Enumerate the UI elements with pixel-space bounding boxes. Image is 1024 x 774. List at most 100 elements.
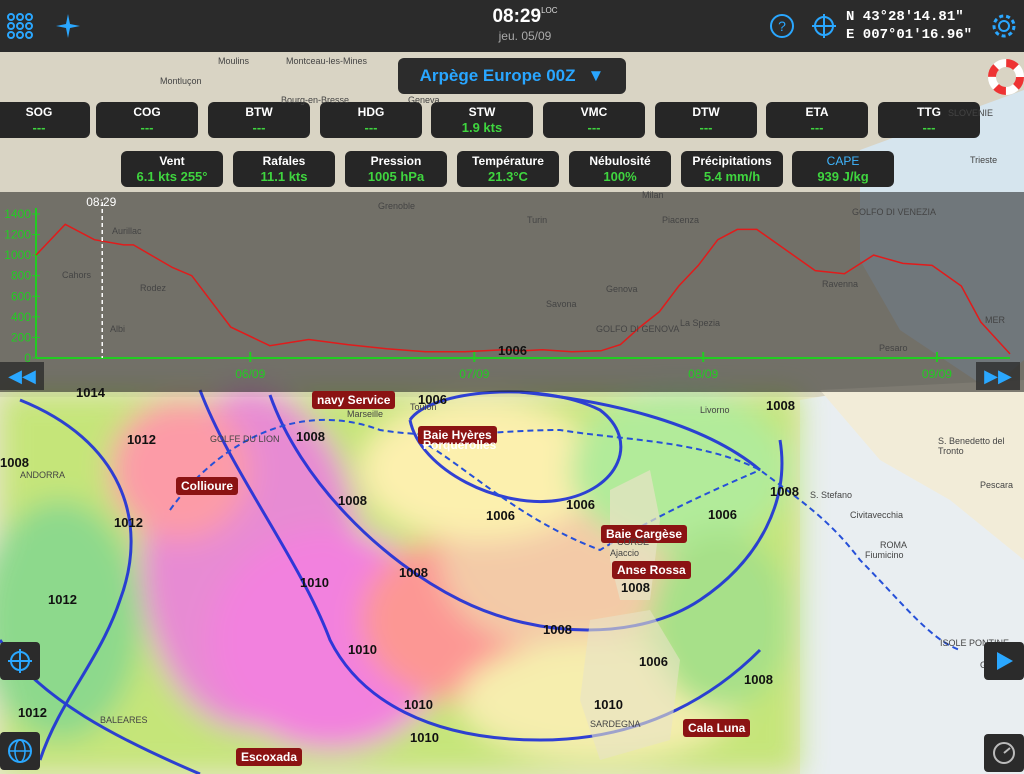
- place-label: Savona: [546, 299, 577, 309]
- tile-label: BTW: [245, 105, 273, 119]
- tile-cape[interactable]: CAPE 939 J/kg: [792, 151, 894, 187]
- isobar-label: 1008: [338, 493, 367, 508]
- tile-value: 1.9 kts: [461, 120, 503, 135]
- place-label: Cahors: [62, 270, 92, 280]
- place-label: Civitavecchia: [850, 510, 904, 520]
- place-label: Ajaccio: [610, 548, 640, 558]
- tile-sog[interactable]: SOG ---: [0, 102, 90, 138]
- place-label: Trieste: [970, 155, 998, 165]
- place-label: Piacenza: [662, 215, 700, 225]
- tile-stw[interactable]: STW 1.9 kts: [431, 102, 533, 138]
- tile-label: Nébulosité: [589, 154, 651, 168]
- tile-label: DTW: [692, 105, 720, 119]
- place-label: GOLFO DI GENOVA: [596, 324, 680, 334]
- place-label: Montceau-les-Mines: [286, 56, 368, 66]
- isobar-label: 1010: [300, 575, 329, 590]
- chevron-down-icon: ▼: [587, 66, 605, 85]
- isobar-label: 1010: [410, 730, 439, 745]
- place-label: Geneva: [408, 95, 440, 105]
- isobar-label: 1008: [296, 429, 325, 444]
- place-label: Marseille: [347, 409, 384, 419]
- tile-nébulosité[interactable]: Nébulosité 100%: [569, 151, 671, 187]
- place-label: BALEARES: [100, 715, 148, 725]
- place-label: Milan: [642, 190, 664, 200]
- gps-crosshair-icon[interactable]: [806, 8, 842, 44]
- y-tick-label: 600: [11, 289, 31, 303]
- tile-vent[interactable]: Vent 6.1 kts 255°: [121, 151, 223, 187]
- tile-value: ---: [922, 120, 936, 135]
- x-tick-label: 09/09: [922, 367, 952, 381]
- tile-label: Précipitations: [692, 154, 772, 168]
- place-label: ANDORRA: [20, 470, 66, 480]
- tile-eta[interactable]: ETA ---: [766, 102, 868, 138]
- marker-anse-rossa[interactable]: Anse Rossa: [612, 561, 691, 579]
- isobar-label: 1010: [404, 697, 433, 712]
- marker-escoxada[interactable]: Escoxada: [236, 748, 303, 766]
- settings-gear-icon[interactable]: [986, 8, 1022, 44]
- place-label: Livorno: [700, 405, 730, 415]
- rewind-icon: ◀◀: [8, 365, 36, 386]
- y-tick-label: 1200: [4, 228, 31, 242]
- isobar-label: 1008: [770, 484, 799, 499]
- lifebuoy-icon[interactable]: [988, 58, 1024, 96]
- isobar-label: 1008: [543, 622, 572, 637]
- place-label: Pesaro: [879, 343, 908, 353]
- tile-value: ---: [364, 120, 378, 135]
- gauge-icon[interactable]: [984, 734, 1024, 772]
- tile-précipitations[interactable]: Précipitations 5.4 mm/h: [681, 151, 783, 187]
- series-line: [35, 223, 1011, 355]
- place-label: Aurillac: [112, 226, 142, 236]
- y-tick-label: 1400: [4, 207, 31, 221]
- tile-hdg[interactable]: HDG ---: [320, 102, 422, 138]
- tile-dtw[interactable]: DTW ---: [655, 102, 757, 138]
- isobar-label: 1012: [114, 515, 143, 530]
- isobar-label: 1010: [594, 697, 623, 712]
- place-label: Toulon: [410, 402, 437, 412]
- compass-star-icon[interactable]: [50, 8, 86, 44]
- tile-label: SOG: [25, 105, 53, 119]
- y-tick-label: 1000: [4, 248, 31, 262]
- tile-label: Vent: [159, 154, 185, 168]
- globe-layers-icon[interactable]: [0, 732, 40, 770]
- place-label: SARDEGNA: [590, 719, 641, 729]
- tile-rafales[interactable]: Rafales 11.1 kts: [233, 151, 335, 187]
- place-label: La Spezia: [680, 318, 721, 328]
- svg-text:?: ?: [778, 18, 786, 34]
- place-label: SLOVENIE: [948, 108, 994, 118]
- isobar-label: 1006: [639, 654, 668, 669]
- place-label: Rodez: [140, 283, 167, 293]
- x-tick-label: 08/09: [688, 367, 718, 381]
- marker-porquerolles[interactable]: Porquerolles: [418, 438, 501, 452]
- tile-label: Pression: [370, 154, 422, 168]
- graph-next-button[interactable]: ▶▶: [976, 362, 1020, 390]
- model-label: Arpège Europe 00Z: [419, 66, 576, 85]
- current-time-label: 08:29: [86, 195, 116, 209]
- tile-value: ---: [810, 120, 824, 135]
- marker-navy-service[interactable]: navy Service: [312, 391, 396, 409]
- tile-pression[interactable]: Pression 1005 hPa: [345, 151, 447, 187]
- tile-btw[interactable]: BTW ---: [208, 102, 310, 138]
- help-icon[interactable]: ?: [764, 8, 800, 44]
- crosshair-target-icon[interactable]: [0, 642, 40, 680]
- tile-value: 1005 hPa: [367, 169, 425, 184]
- isobar-label: 1006: [708, 507, 737, 522]
- tile-label: Rafales: [262, 154, 306, 168]
- model-selector[interactable]: Arpège Europe 00Z ▼: [398, 58, 626, 94]
- graph-prev-button[interactable]: ◀◀: [0, 362, 44, 390]
- marker-cala-luna[interactable]: Cala Luna: [683, 719, 751, 737]
- tile-cog[interactable]: COG ---: [96, 102, 198, 138]
- play-icon[interactable]: [984, 642, 1024, 680]
- grid-icon[interactable]: [2, 8, 38, 44]
- top-bar: 08:29LOC jeu. 05/09 ? N 43°28'14.81" E 0…: [0, 0, 1024, 52]
- isobar-label: 1008: [766, 398, 795, 413]
- clock: 08:29LOC jeu. 05/09: [470, 6, 580, 43]
- tile-value: ---: [587, 120, 601, 135]
- tile-value: ---: [140, 120, 154, 135]
- tile-value: 21.3°C: [488, 169, 528, 184]
- tile-température[interactable]: Température 21.3°C: [457, 151, 559, 187]
- isobar-label: 1006: [566, 497, 595, 512]
- marker-collioure[interactable]: Collioure: [176, 477, 239, 495]
- tile-vmc[interactable]: VMC ---: [543, 102, 645, 138]
- longitude: E 007°01'16.96": [846, 27, 973, 43]
- tile-label: CAPE: [826, 154, 860, 168]
